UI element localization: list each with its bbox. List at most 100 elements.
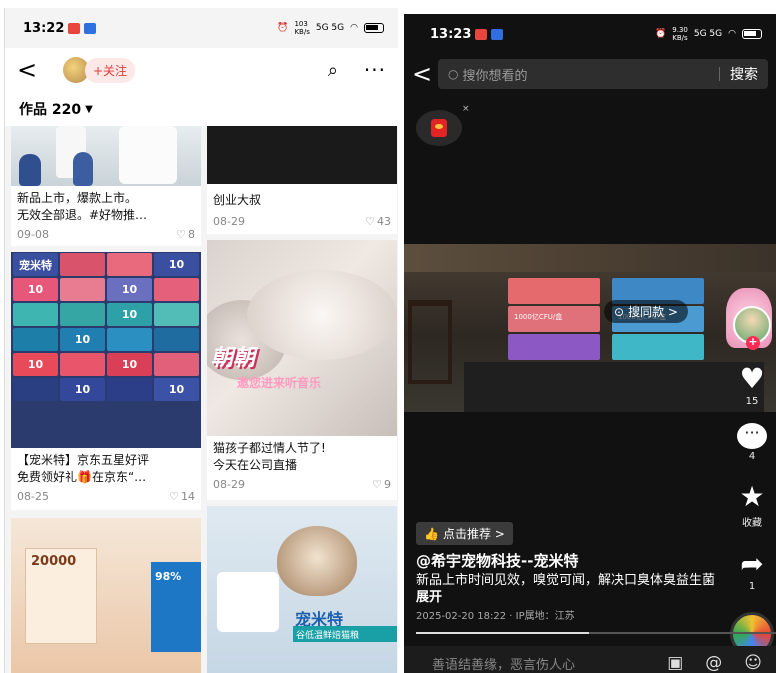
work-date: 09-08 (17, 228, 49, 241)
profile-nav-bar: < +关注 ⌕ ··· (5, 48, 398, 92)
work-thumbnail: 宠米特 谷低温鲜焙猫粮 (207, 506, 397, 673)
video-description: 新品上市时间见效，嗅觉可闻，解决口臭体臭益生菌 展开 (416, 572, 716, 606)
heart-icon[interactable]: ♥ (739, 364, 764, 394)
heart-icon: ♡ (169, 490, 179, 503)
search-input[interactable]: ○ 搜你想看的 搜索 (438, 59, 768, 89)
work-card[interactable]: 创业大叔 08-29 ♡ 43 (207, 126, 397, 234)
like-count: 15 (745, 396, 759, 407)
thumbnail-overlay-text: 朝朝 (211, 346, 256, 371)
back-button[interactable]: < (412, 60, 438, 88)
status-time: 13:22 (23, 20, 65, 36)
poster-percent: 98% (155, 570, 182, 583)
poster-number: 20000 (31, 554, 77, 569)
work-date: 08-29 (213, 215, 245, 228)
notification-icon (475, 28, 488, 40)
wifi-icon: ◠ (728, 29, 736, 39)
description-text: 新品上市时间见效，嗅觉可闻，解决口臭体臭益生菌 (416, 573, 716, 588)
recommend-button[interactable]: 👍 点击推荐 > (416, 522, 513, 545)
notification-icon (68, 22, 81, 34)
heart-icon: ♡ (365, 215, 375, 228)
work-caption: 新品上市，爆款上市。 无效全部退。#好物推… (17, 191, 148, 222)
find-same-button[interactable]: ⊙ 搜同款 > (604, 300, 688, 323)
like-count: 9 (384, 478, 391, 491)
work-caption: 猫孩子都过情人节了! 今天在公司直播 (213, 441, 326, 472)
video-frame[interactable]: 1000亿CFU/盒 1000亿CFU/盒 (404, 244, 776, 412)
comment-input[interactable]: 善语结善缘，恶言伤人心 (432, 654, 575, 673)
status-bar: 13:23 ⏰ 9.30 KB/s 5G 5G ◠ (404, 14, 776, 54)
like-count: 14 (181, 490, 195, 503)
work-caption: 【宠米特】京东五星好评 免费领好礼🎁在京东“… (17, 453, 150, 484)
net-speed: 9.30 KB/s (672, 26, 688, 42)
comment-bar[interactable]: 善语结善缘，恶言伤人心 ▣ @ ☺ (404, 646, 776, 673)
box-label: 1000亿CFU/盒 (514, 313, 563, 321)
signal-icon: 5G 5G (315, 23, 345, 33)
author-handle[interactable]: @希宇宠物科技--宠米特 (416, 550, 578, 571)
star-icon[interactable]: ★ (739, 482, 764, 512)
image-icon[interactable]: ▣ (667, 653, 683, 673)
share-icon[interactable]: ➦ (740, 549, 763, 579)
work-card[interactable]: 新品上市，爆款上市。 无效全部退。#好物推… 09-08 ♡ 8 (11, 126, 201, 246)
red-packet-icon[interactable] (416, 110, 462, 146)
author-avatar[interactable]: + (733, 306, 771, 350)
net-speed: 103 KB/s (294, 20, 310, 36)
app-notification-icon (491, 28, 504, 40)
work-card[interactable]: 20000 98% (11, 518, 201, 673)
status-time: 13:23 (430, 26, 472, 42)
battery-icon (742, 29, 762, 39)
comment-icon[interactable]: ··· (737, 423, 767, 449)
search-button[interactable]: 搜索 (730, 64, 758, 84)
favorite-label: 收藏 (742, 518, 762, 529)
left-phone-screen: 13:22 ⏰ 103 KB/s 5G 5G ◠ < +关注 ⌕ ··· 作品 … (4, 8, 398, 673)
work-date: 08-29 (213, 478, 245, 491)
search-placeholder: 搜你想看的 (462, 68, 528, 84)
dropdown-icon: ▼ (85, 103, 93, 115)
alarm-icon: ⏰ (655, 29, 667, 39)
progress-fill (416, 632, 589, 634)
scan-icon: ⊙ (614, 304, 625, 319)
work-card[interactable]: 宠米特 谷低温鲜焙猫粮 (207, 506, 397, 673)
find-same-label: 搜同款 > (628, 305, 678, 319)
expand-button[interactable]: 展开 (416, 590, 442, 605)
battery-icon (364, 23, 384, 33)
close-icon[interactable]: × (462, 104, 470, 114)
video-progress[interactable] (416, 632, 776, 634)
share-count: 1 (748, 581, 756, 592)
comment-count: 4 (748, 451, 756, 462)
works-filter[interactable]: 作品 220 ▼ (5, 92, 398, 126)
signal-icon: 5G 5G (693, 29, 723, 39)
work-card[interactable]: 朝朝 邀您进来听音乐 猫孩子都过情人节了! 今天在公司直播 08-29 ♡ 9 (207, 240, 397, 500)
works-count: 作品 220 (19, 102, 82, 118)
work-card[interactable]: 宠米特 10 10 10 10 10 10 10 10 10 【宠米特】京东五星好评 免… (11, 252, 201, 510)
alarm-icon: ⏰ (277, 23, 289, 33)
search-icon[interactable]: ⌕ (328, 60, 338, 81)
wifi-icon: ◠ (350, 23, 358, 33)
work-thumbnail: 20000 98% (11, 518, 201, 673)
follow-plus-icon[interactable]: + (746, 336, 760, 350)
work-thumbnail (11, 126, 201, 186)
follow-button[interactable]: +关注 (85, 57, 136, 83)
work-caption: 创业大叔 (213, 193, 262, 207)
heart-icon: ♡ (176, 228, 186, 241)
mention-icon[interactable]: @ (705, 653, 722, 673)
post-time-ip: 2025-02-20 18:22 · IP属地：江苏 (416, 611, 575, 622)
status-bar: 13:22 ⏰ 103 KB/s 5G 5G ◠ (5, 8, 398, 48)
app-notification-icon (84, 22, 97, 34)
heart-icon: ♡ (372, 478, 382, 491)
more-icon[interactable]: ··· (364, 58, 386, 82)
emoji-icon[interactable]: ☺ (744, 653, 762, 673)
search-icon: ○ (448, 67, 459, 81)
action-sidebar: + ♥ 15 ··· 4 ★ 收藏 ➦ 1 (730, 306, 774, 656)
right-phone-screen: 13:23 ⏰ 9.30 KB/s 5G 5G ◠ < ○ 搜你想看的 搜索 × (404, 14, 776, 673)
thumbs-up-icon: 👍 (424, 526, 439, 541)
back-button[interactable]: < (17, 56, 45, 84)
recommend-label: 点击推荐 > (442, 527, 505, 541)
work-thumbnail: 朝朝 邀您进来听音乐 (207, 240, 397, 436)
like-count: 43 (377, 215, 391, 228)
like-count: 8 (188, 228, 195, 241)
poster-band: 谷低温鲜焙猫粮 (293, 626, 397, 642)
thumbnail-overlay-subtext: 邀您进来听音乐 (237, 376, 322, 390)
work-thumbnail: 宠米特 10 10 10 10 10 10 10 10 10 (11, 252, 201, 448)
work-date: 08-25 (17, 490, 49, 503)
work-thumbnail (207, 126, 397, 184)
search-bar: < ○ 搜你想看的 搜索 (404, 54, 776, 94)
